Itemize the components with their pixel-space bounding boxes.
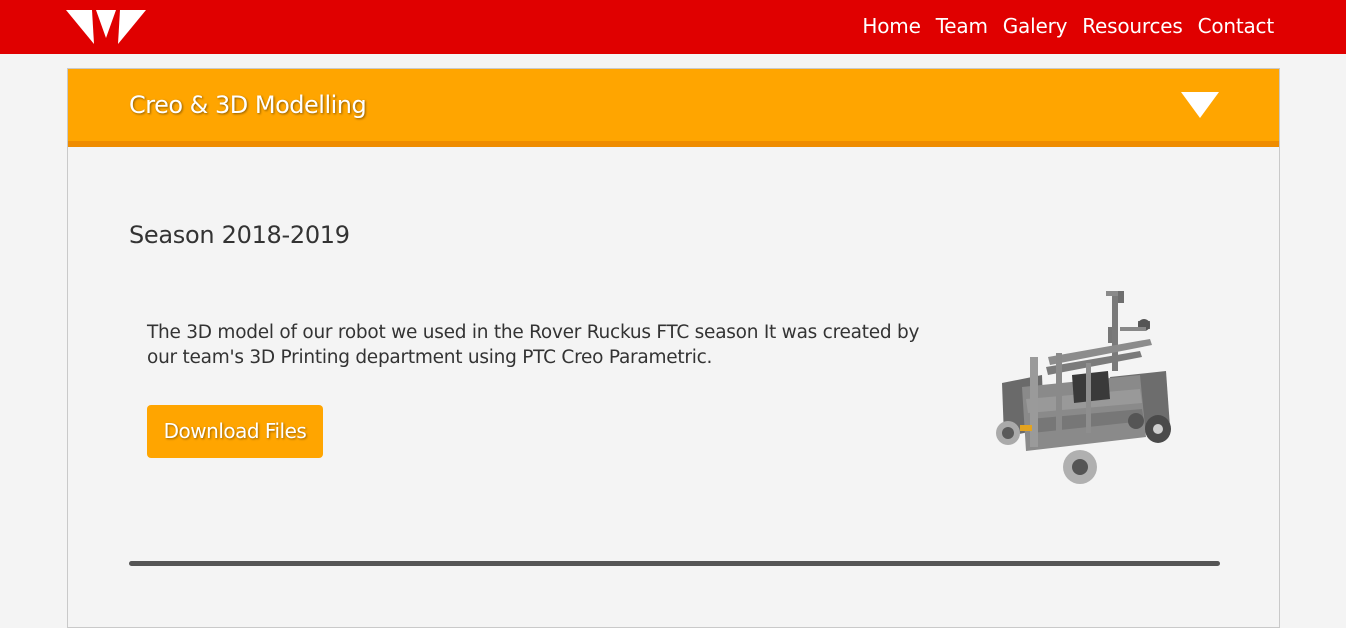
model-description: The 3D model of our robot we used in the… bbox=[147, 322, 920, 368]
nav-home-link[interactable]: Home bbox=[862, 14, 920, 38]
nav-resources-link[interactable]: Resources bbox=[1082, 14, 1183, 38]
robot-3d-model-image bbox=[996, 291, 1171, 484]
nav-team-link[interactable]: Team bbox=[936, 14, 988, 38]
team-logo-icon[interactable] bbox=[66, 8, 146, 46]
accordion-header[interactable]: Creo & 3D Modelling bbox=[68, 69, 1279, 147]
top-navigation-bar: Home Team Galery Resources Contact bbox=[0, 0, 1346, 54]
nav-galery-link[interactable]: Galery bbox=[1003, 14, 1068, 38]
season-heading: Season 2018-2019 bbox=[129, 221, 350, 249]
triangle-down-icon[interactable] bbox=[1181, 92, 1219, 118]
main-nav: Home Team Galery Resources Contact bbox=[862, 14, 1274, 38]
panel-title: Creo & 3D Modelling bbox=[129, 91, 367, 119]
download-files-button[interactable]: Download Files bbox=[147, 405, 323, 458]
creo-accordion-panel: Creo & 3D Modelling Season 2018-2019 The… bbox=[67, 68, 1280, 628]
nav-contact-link[interactable]: Contact bbox=[1198, 14, 1275, 38]
section-divider bbox=[129, 561, 1220, 566]
